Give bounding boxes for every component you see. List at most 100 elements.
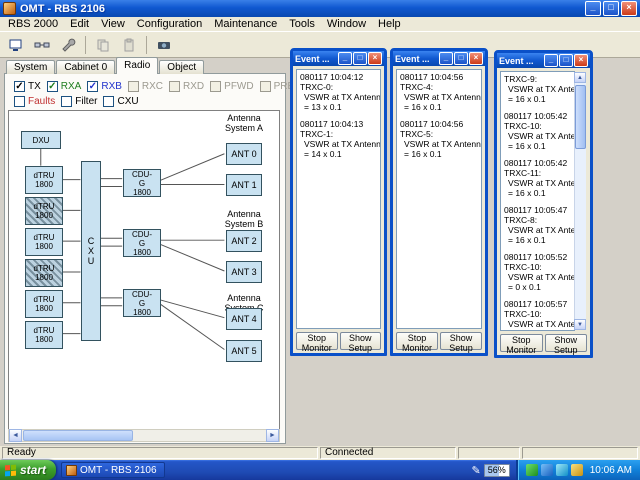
dtru-box-4[interactable]: dTRU 1800	[25, 290, 63, 318]
show-setup-button[interactable]: Show Setup	[340, 332, 382, 350]
stop-monitor-button[interactable]: Stop Monitor	[396, 332, 438, 350]
show-setup-button[interactable]: Show Setup	[440, 332, 482, 350]
event-list[interactable]: 080117 10:04:12TRXC-0:VSWR at TX Antenna…	[296, 69, 381, 329]
menu-tools[interactable]: Tools	[283, 18, 321, 30]
rxa-checkbox-box[interactable]: ✓	[47, 81, 58, 92]
menu-window[interactable]: Window	[321, 18, 372, 30]
maximize-button[interactable]: □	[559, 54, 573, 67]
cxu-box[interactable]: CXU	[81, 161, 101, 341]
rxb-checkbox-box[interactable]: ✓	[87, 81, 98, 92]
pref-checkbox-box[interactable]	[260, 81, 271, 92]
ant-box-2[interactable]: ANT 2	[226, 230, 262, 252]
cxu-label: CXU	[87, 236, 95, 266]
minimize-button[interactable]: _	[585, 1, 601, 16]
titlebar[interactable]: OMT - RBS 2106 _ □ ×	[0, 0, 640, 17]
minimize-button[interactable]: _	[439, 52, 453, 65]
cdu-box-0[interactable]: CDU-G 1800	[123, 169, 161, 197]
event-window-titlebar[interactable]: Event ..._□×	[293, 51, 384, 66]
tab-object[interactable]: Object	[159, 60, 204, 74]
dtru-box-2[interactable]: dTRU 1800	[25, 228, 63, 256]
scroll-left-arrow[interactable]: ◄	[9, 429, 22, 442]
event-list[interactable]: 080117 10:04:56TRXC-4:VSWR at TX Antenna…	[396, 69, 482, 329]
event-list[interactable]: TRXC-9:VSWR at TX Antenna:= 16 x 0.10801…	[500, 71, 575, 331]
menu-configuration[interactable]: Configuration	[131, 18, 208, 30]
plug-icon	[34, 37, 50, 53]
tray-icon-1[interactable]	[526, 464, 538, 476]
menu-edit[interactable]: Edit	[64, 18, 95, 30]
cxu-checkbox-box[interactable]	[103, 96, 114, 107]
event-window-titlebar[interactable]: Event ..._□×	[497, 53, 590, 68]
checkbox-label-rxa: RXA	[61, 81, 82, 92]
event-value: = 14 x 0.1	[300, 149, 379, 159]
menu-help[interactable]: Help	[372, 18, 407, 30]
close-button[interactable]: ×	[574, 54, 588, 67]
maximize-button[interactable]: □	[603, 1, 619, 16]
close-button[interactable]: ×	[621, 1, 637, 16]
checkbox-filter[interactable]: Filter	[61, 96, 97, 107]
tab-radio[interactable]: Radio	[116, 57, 158, 74]
ant-box-1[interactable]: ANT 1	[226, 174, 262, 196]
event-window-titlebar[interactable]: Event ..._□×	[393, 51, 485, 66]
faults-checkbox-box[interactable]	[14, 96, 25, 107]
battery-indicator[interactable]: 56%	[484, 464, 510, 477]
tab-cabinet-0[interactable]: Cabinet 0	[56, 60, 115, 74]
pen-input-icon[interactable]: ✎	[472, 464, 481, 477]
rxc-checkbox-box[interactable]	[128, 81, 139, 92]
ant-box-5[interactable]: ANT 5	[226, 340, 262, 362]
menu-view[interactable]: View	[95, 18, 131, 30]
cdu-box-2[interactable]: CDU-G 1800	[123, 289, 161, 317]
minimize-button[interactable]: _	[338, 52, 352, 65]
scrollbar-thumb[interactable]	[23, 430, 133, 441]
close-button[interactable]: ×	[469, 52, 483, 65]
maximize-button[interactable]: □	[353, 52, 367, 65]
rxd-checkbox-box[interactable]	[169, 81, 180, 92]
scroll-up-arrow[interactable]: ▲	[574, 72, 586, 83]
pfwd-checkbox-box[interactable]	[210, 81, 221, 92]
tx-checkbox-box[interactable]: ✓	[14, 81, 25, 92]
checkbox-faults[interactable]: Faults	[14, 96, 55, 107]
ant-box-0[interactable]: ANT 0	[226, 143, 262, 165]
checkbox-rxd[interactable]: RXD	[169, 81, 204, 92]
toolbar-disabled-button-1[interactable]	[91, 33, 115, 57]
menu-rbs-2000[interactable]: RBS 2000	[2, 18, 64, 30]
taskbar-button-omt[interactable]: OMT - RBS 2106	[61, 462, 165, 478]
maximize-button[interactable]: □	[454, 52, 468, 65]
checkbox-cxu[interactable]: CXU	[103, 96, 138, 107]
ant-box-3[interactable]: ANT 3	[226, 261, 262, 283]
antenna-system-a-label: Antenna System A	[216, 113, 272, 133]
dxu-box[interactable]: DXU	[21, 131, 61, 149]
filter-checkbox-box[interactable]	[61, 96, 72, 107]
stop-monitor-button[interactable]: Stop Monitor	[296, 332, 338, 350]
toolbar-disabled-button-2[interactable]	[117, 33, 141, 57]
toolbar-monitor-button[interactable]	[152, 33, 176, 57]
checkbox-rxa[interactable]: ✓RXA	[47, 81, 82, 92]
scroll-right-arrow[interactable]: ►	[266, 429, 279, 442]
dtru-box-0[interactable]: dTRU 1800	[25, 166, 63, 194]
dtru-box-3[interactable]: dTRU 1800	[25, 259, 63, 287]
stop-monitor-button[interactable]: Stop Monitor	[500, 334, 543, 352]
ant-box-4[interactable]: ANT 4	[226, 308, 262, 330]
event-list-scrollbar[interactable]: ▲▼	[574, 72, 586, 330]
toolbar-view-button[interactable]	[4, 33, 28, 57]
dtru-box-1[interactable]: dTRU 1800	[25, 197, 63, 225]
scroll-down-arrow[interactable]: ▼	[574, 319, 586, 330]
checkbox-pfwd[interactable]: PFWD	[210, 81, 253, 92]
scrollbar-thumb[interactable]	[575, 85, 586, 149]
cdu-box-1[interactable]: CDU-G 1800	[123, 229, 161, 257]
show-setup-button[interactable]: Show Setup	[545, 334, 588, 352]
checkbox-tx[interactable]: ✓TX	[14, 81, 41, 92]
tab-system[interactable]: System	[6, 60, 55, 74]
checkbox-rxc[interactable]: RXC	[128, 81, 163, 92]
tray-icon-4[interactable]	[571, 464, 583, 476]
tray-icon-2[interactable]	[541, 464, 553, 476]
checkbox-rxb[interactable]: ✓RXB	[87, 81, 122, 92]
start-button[interactable]: start	[0, 460, 56, 480]
toolbar-connect-button[interactable]	[30, 33, 54, 57]
close-button[interactable]: ×	[368, 52, 382, 65]
minimize-button[interactable]: _	[544, 54, 558, 67]
toolbar-configure-button[interactable]	[56, 33, 80, 57]
tray-icon-3[interactable]	[556, 464, 568, 476]
diagram-horizontal-scrollbar[interactable]: ◄ ►	[8, 429, 280, 442]
dtru-box-5[interactable]: dTRU 1800	[25, 321, 63, 349]
menu-maintenance[interactable]: Maintenance	[208, 18, 283, 30]
